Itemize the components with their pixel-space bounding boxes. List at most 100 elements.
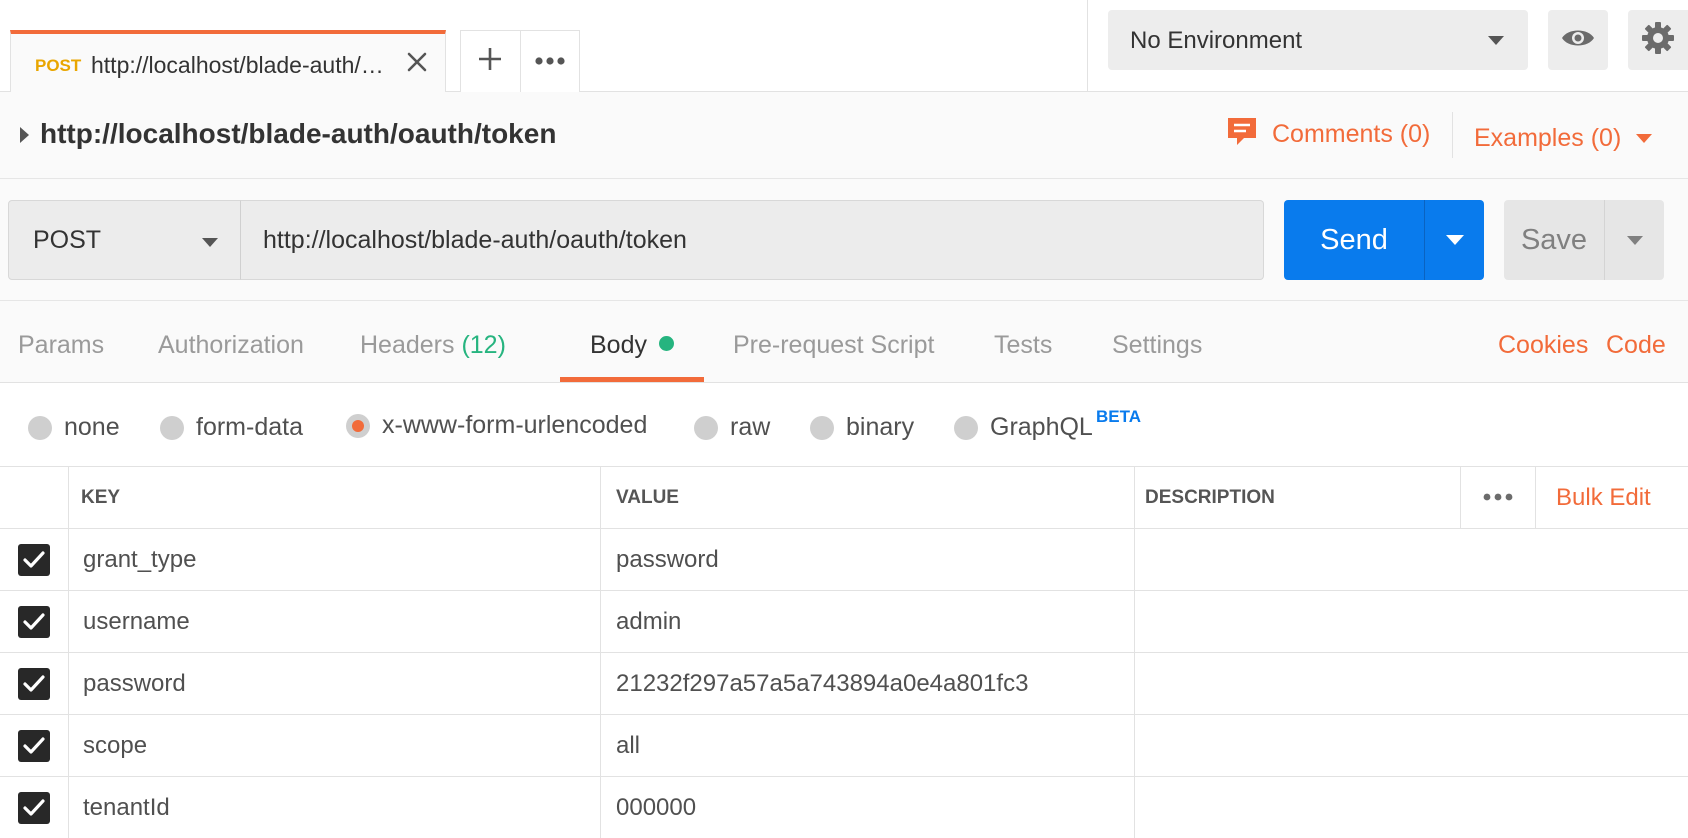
check-icon	[23, 550, 45, 568]
radio-x-www-form-urlencoded[interactable]: x-www-form-urlencoded	[346, 411, 647, 440]
tab-bar: POST http://localhost/blade-auth/o... No…	[0, 0, 1688, 92]
check-icon	[23, 674, 45, 692]
comments-label: Comments (0)	[1272, 120, 1431, 148]
tab-body-label: Body	[590, 331, 647, 359]
divider	[1087, 0, 1088, 92]
headers-count-badge: (12)	[461, 331, 506, 359]
key-cell[interactable]: grant_type	[69, 529, 601, 590]
table-header-row: KEY VALUE DESCRIPTION Bulk Edit	[0, 467, 1688, 529]
key-cell[interactable]: username	[69, 591, 601, 652]
radio-button	[28, 415, 52, 440]
more-icon	[534, 53, 566, 71]
radio-form-data[interactable]: form-data	[160, 413, 303, 442]
value-cell[interactable]: all	[601, 715, 1135, 776]
column-header-value: VALUE	[601, 467, 1135, 528]
send-options-button[interactable]	[1424, 200, 1484, 280]
url-input[interactable]	[240, 200, 1264, 280]
radio-graphql[interactable]: GraphQL	[954, 413, 1093, 442]
value-cell[interactable]: 21232f297a57a5a743894a0e4a801fc3	[601, 653, 1135, 714]
radio-button	[810, 415, 834, 440]
column-header-key: KEY	[69, 467, 601, 528]
tab-settings[interactable]: Settings	[1112, 331, 1202, 360]
chevron-down-icon	[202, 238, 218, 247]
chevron-down-icon[interactable]	[1636, 134, 1652, 143]
table-options-button[interactable]	[1460, 467, 1536, 529]
comment-icon	[1226, 116, 1258, 153]
close-icon[interactable]	[403, 48, 431, 76]
chevron-down-icon	[1626, 235, 1643, 245]
row-check-cell	[0, 529, 69, 590]
row-check-cell	[0, 653, 69, 714]
radio-button-selected	[346, 413, 370, 438]
description-cell[interactable]	[1135, 591, 1688, 652]
beta-badge: BETA	[1096, 407, 1142, 426]
examples-button[interactable]: Examples (0)	[1474, 124, 1621, 153]
save-options-button[interactable]	[1604, 200, 1664, 280]
table-row: password 21232f297a57a5a743894a0e4a801fc…	[0, 653, 1688, 715]
radio-label: binary	[846, 413, 915, 441]
tab-options-button[interactable]	[519, 31, 580, 92]
method-label: POST	[33, 226, 102, 254]
settings-button[interactable]	[1628, 10, 1688, 70]
environment-select[interactable]: No Environment	[1108, 10, 1528, 70]
check-icon	[23, 798, 45, 816]
tab-tests[interactable]: Tests	[994, 331, 1052, 360]
row-checkbox[interactable]	[18, 729, 50, 762]
bulk-edit-link[interactable]: Bulk Edit	[1556, 484, 1651, 512]
chevron-down-icon	[1445, 235, 1464, 245]
method-select[interactable]: POST	[8, 200, 241, 280]
save-button[interactable]: Save	[1504, 200, 1604, 280]
radio-label: form-data	[196, 413, 303, 441]
tab-headers[interactable]: Headers (12)	[360, 331, 506, 360]
environment-quick-look-button[interactable]	[1548, 10, 1608, 70]
row-checkbox[interactable]	[18, 605, 50, 638]
active-tab-indicator	[560, 377, 704, 382]
tab-pre-request-script[interactable]: Pre-request Script	[733, 331, 934, 360]
description-cell[interactable]	[1135, 529, 1688, 590]
tab-authorization[interactable]: Authorization	[158, 331, 304, 360]
radio-label: GraphQL	[990, 413, 1093, 441]
cookies-link[interactable]: Cookies	[1498, 331, 1588, 360]
radio-button	[694, 415, 718, 440]
row-check-cell	[0, 777, 69, 838]
tab-headers-label: Headers	[360, 331, 455, 359]
description-cell[interactable]	[1135, 653, 1688, 714]
tab-params[interactable]: Params	[18, 331, 104, 360]
description-cell[interactable]	[1135, 715, 1688, 776]
table-row: grant_type password	[0, 529, 1688, 591]
row-checkbox[interactable]	[18, 791, 50, 824]
more-icon	[1482, 489, 1514, 507]
comments-button[interactable]: Comments (0)	[1226, 116, 1430, 153]
radio-button	[954, 415, 978, 440]
chevron-down-icon	[1488, 36, 1504, 45]
value-cell[interactable]: admin	[601, 591, 1135, 652]
request-title-bar: http://localhost/blade-auth/oauth/token …	[0, 92, 1688, 179]
row-checkbox[interactable]	[18, 667, 50, 700]
key-cell[interactable]: scope	[69, 715, 601, 776]
body-status-dot	[658, 336, 674, 351]
radio-raw[interactable]: raw	[694, 413, 770, 442]
description-cell[interactable]	[1135, 777, 1688, 838]
send-button[interactable]: Send	[1284, 200, 1424, 280]
radio-label: raw	[730, 413, 771, 441]
value-cell[interactable]: 000000	[601, 777, 1135, 838]
key-cell[interactable]: password	[69, 653, 601, 714]
table-row: tenantId 000000	[0, 777, 1688, 838]
tab-body[interactable]: Body	[590, 331, 674, 360]
request-title[interactable]: http://localhost/blade-auth/oauth/token	[40, 118, 556, 150]
radio-none[interactable]: none	[28, 413, 120, 442]
divider	[1452, 112, 1453, 158]
radio-button	[160, 415, 184, 440]
new-tab-button[interactable]	[461, 31, 520, 92]
environment-label: No Environment	[1130, 27, 1303, 54]
radio-binary[interactable]: binary	[810, 413, 914, 442]
value-cell[interactable]: password	[601, 529, 1135, 590]
eye-icon	[1561, 27, 1595, 54]
code-link[interactable]: Code	[1606, 331, 1666, 360]
key-cell[interactable]: tenantId	[69, 777, 601, 838]
row-checkbox[interactable]	[18, 543, 50, 576]
gear-icon	[1641, 21, 1675, 60]
request-tab[interactable]: POST http://localhost/blade-auth/o...	[10, 30, 446, 92]
request-tab-url: http://localhost/blade-auth/o...	[91, 52, 391, 78]
expand-arrow-icon[interactable]	[20, 127, 29, 143]
